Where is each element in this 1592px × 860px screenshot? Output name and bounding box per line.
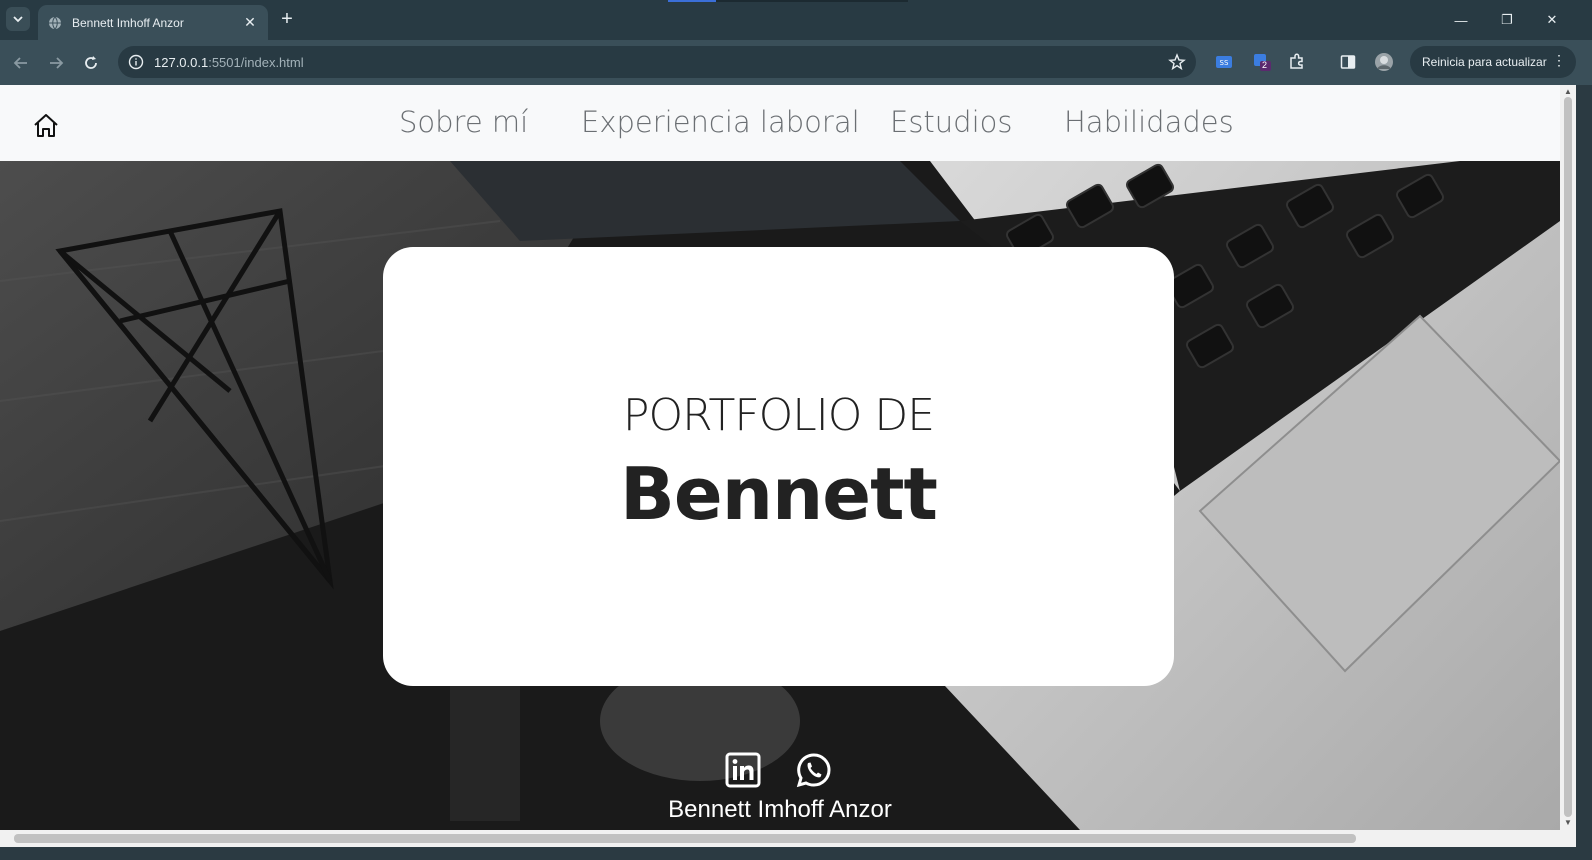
vertical-scroll-thumb[interactable]: [1564, 97, 1572, 817]
new-tab-button[interactable]: +: [276, 9, 298, 31]
window-bottom-edge: [0, 847, 1592, 860]
site-info-icon[interactable]: [128, 54, 144, 70]
site-navbar: Sobre mí Experiencia laboral Estudios Ha…: [0, 85, 1560, 161]
portfolio-name: Bennett: [620, 452, 938, 536]
minimize-icon[interactable]: —: [1451, 10, 1471, 30]
nav-sobre-mi[interactable]: Sobre mí: [399, 105, 528, 139]
vertical-scrollbar[interactable]: ▲ ▼: [1560, 85, 1576, 830]
bookmark-star-icon[interactable]: [1168, 53, 1186, 71]
window-edge: [1576, 85, 1592, 860]
linkedin-icon[interactable]: [725, 752, 761, 788]
scroll-down-icon[interactable]: ▼: [1564, 818, 1572, 827]
nav-habilidades[interactable]: Habilidades: [1064, 105, 1234, 139]
extension-badge-icon[interactable]: 2: [1252, 52, 1272, 72]
restart-to-update-button[interactable]: Reinicia para actualizar ⋮: [1410, 46, 1576, 78]
globe-icon: [49, 16, 61, 29]
tab-title: Bennett Imhoff Anzor: [72, 15, 184, 30]
hero-section: PORTFOLIO DE Bennett Bennett Imhoff Anzo…: [0, 161, 1560, 830]
extension-badge: 2: [1262, 60, 1268, 70]
tab-strip-indicator: [668, 0, 908, 2]
tab-search-button[interactable]: [6, 7, 30, 31]
forward-icon[interactable]: [45, 52, 67, 74]
horizontal-scrollbar[interactable]: [0, 830, 1576, 847]
whatsapp-icon[interactable]: [796, 752, 832, 788]
profile-avatar-icon[interactable]: [1374, 52, 1394, 72]
browser-tabstrip: Bennett Imhoff Anzor ✕ + — ❐ ✕: [0, 0, 1592, 40]
menu-dots-icon[interactable]: ⋮: [1552, 52, 1566, 69]
horizontal-scroll-thumb[interactable]: [14, 834, 1356, 843]
svg-text:SS: SS: [1220, 59, 1229, 67]
portfolio-card: PORTFOLIO DE Bennett: [383, 247, 1174, 686]
reload-icon[interactable]: [80, 52, 102, 74]
footer-author-name: Bennett Imhoff Anzor: [668, 796, 892, 823]
nav-estudios[interactable]: Estudios: [890, 105, 1013, 139]
extensions-puzzle-icon[interactable]: [1287, 52, 1307, 72]
url-text: 127.0.0.1:5501/index.html: [154, 54, 304, 70]
chevron-down-icon: [13, 16, 23, 23]
restore-icon[interactable]: ❐: [1497, 10, 1517, 30]
home-icon[interactable]: [32, 112, 60, 140]
extension-icon[interactable]: SS: [1214, 52, 1234, 72]
browser-toolbar: 127.0.0.1:5501/index.html SS 2 Reinicia …: [0, 40, 1592, 85]
address-bar[interactable]: 127.0.0.1:5501/index.html: [118, 46, 1196, 78]
page-viewport: Sobre mí Experiencia laboral Estudios Ha…: [0, 85, 1560, 830]
update-label: Reinicia para actualizar: [1422, 55, 1547, 69]
window-close-icon[interactable]: ✕: [1542, 10, 1562, 30]
browser-tab[interactable]: Bennett Imhoff Anzor ✕: [38, 5, 268, 40]
nav-experiencia-laboral[interactable]: Experiencia laboral: [581, 105, 860, 139]
tab-close-icon[interactable]: ✕: [242, 14, 258, 31]
side-panel-icon[interactable]: [1338, 52, 1358, 72]
portfolio-subtitle: PORTFOLIO DE: [622, 390, 935, 441]
scroll-up-icon[interactable]: ▲: [1564, 87, 1572, 96]
back-icon[interactable]: [10, 52, 32, 74]
